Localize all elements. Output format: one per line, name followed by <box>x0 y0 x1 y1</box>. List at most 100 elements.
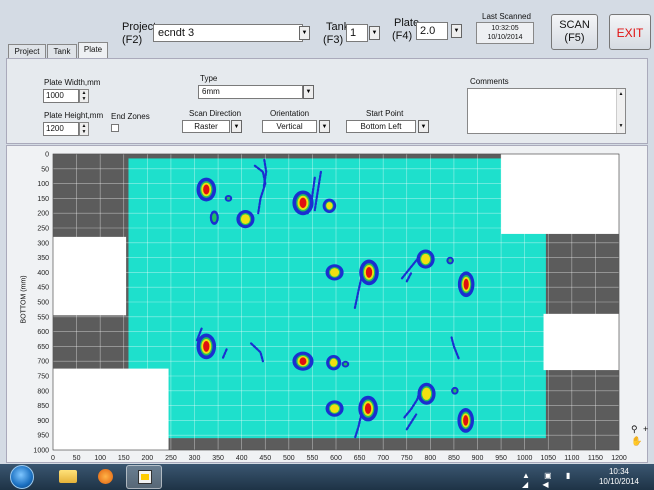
type-dropdown-button[interactable]: ▼ <box>303 85 314 99</box>
plate-dropdown-button[interactable]: ▼ <box>451 24 462 38</box>
last-scanned-label: Last Scanned <box>482 12 531 21</box>
indication-blob-mid <box>326 202 333 210</box>
clock[interactable]: 10:34 10/10/2014 <box>594 467 644 487</box>
plate-height-stepper[interactable]: ▲ ▼ <box>79 122 89 136</box>
end-zones-label: End Zones <box>111 112 150 121</box>
indication-blob-band <box>343 362 348 366</box>
indication-blob-mid <box>422 387 432 400</box>
orientation-label: Orientation <box>270 109 310 118</box>
start-button[interactable] <box>10 465 34 489</box>
file-explorer-icon[interactable] <box>50 466 84 488</box>
scan-direction-dropdown-button[interactable]: ▼ <box>231 120 242 133</box>
plate-key: (F4) <box>392 30 413 42</box>
start-point-dropdown-button[interactable]: ▼ <box>418 120 429 133</box>
scan-button[interactable]: SCAN (F5) <box>551 14 598 50</box>
x-tick-label: 950 <box>495 455 507 462</box>
tray-icons[interactable]: ▲ ▣ ▮ ◢ ◀ <box>522 471 592 489</box>
type-select[interactable]: 6mm <box>198 85 303 99</box>
last-scanned-box: 10:32:05 10/10/2014 <box>476 22 534 44</box>
clock-time: 10:34 <box>608 467 630 476</box>
tab-project[interactable]: Project <box>8 44 46 58</box>
y-tick-label: 1000 <box>33 448 49 455</box>
x-tick-label: 200 <box>141 455 153 462</box>
x-tick-label: 350 <box>212 455 224 462</box>
indication-blob-core <box>203 184 210 195</box>
pan-tool-icon[interactable]: ✋ <box>631 436 642 446</box>
exit-button[interactable]: EXIT <box>609 14 651 50</box>
plot-region-white <box>53 236 127 316</box>
indication-blob-core <box>463 415 469 426</box>
x-tick-label: 0 <box>51 455 55 462</box>
plate-select[interactable]: 2.0 <box>416 22 448 40</box>
x-tick-label: 750 <box>401 455 413 462</box>
chevron-down-icon: ▼ <box>371 30 378 36</box>
indication-blob-core <box>364 403 372 415</box>
tab-plate[interactable]: Plate <box>78 42 108 58</box>
y-tick-label: 650 <box>37 344 49 351</box>
chevron-down-icon: ▼ <box>301 30 308 36</box>
chevron-down-icon: ▼ <box>321 123 328 130</box>
plate-height-input[interactable]: 1200 <box>43 122 79 136</box>
orientation-select[interactable]: Vertical <box>262 120 317 133</box>
indication-blob-band <box>448 258 452 263</box>
indication-blob-core <box>365 266 373 278</box>
x-tick-label: 900 <box>472 455 484 462</box>
y-tick-label: 200 <box>37 211 49 218</box>
start-point-label: Start Point <box>366 109 404 118</box>
y-tick-label: 50 <box>41 166 49 173</box>
x-tick-label: 100 <box>94 455 106 462</box>
end-zones-checkbox[interactable] <box>111 124 119 132</box>
y-tick-label: 100 <box>37 181 49 188</box>
zoom-in-icon[interactable]: + <box>643 424 651 434</box>
x-tick-label: 150 <box>118 455 130 462</box>
orientation-dropdown-button[interactable]: ▼ <box>319 120 330 133</box>
x-tick-label: 300 <box>189 455 201 462</box>
tank-select[interactable]: 1 <box>346 24 368 42</box>
tab-tank[interactable]: Tank <box>47 44 77 58</box>
project-select[interactable]: ecndt 3 <box>153 24 303 42</box>
x-tick-label: 1100 <box>564 455 579 462</box>
y-tick-label: 150 <box>37 196 49 203</box>
plot-region-white <box>501 154 619 234</box>
zoom-tool-icon[interactable]: ⚲ <box>631 424 641 434</box>
x-tick-label: 700 <box>377 455 389 462</box>
project-key: (F2) <box>122 34 143 46</box>
active-app-icon[interactable] <box>126 465 162 489</box>
y-tick-label: 600 <box>37 329 49 336</box>
comments-textarea[interactable] <box>467 88 626 134</box>
indication-blob-band <box>453 388 457 393</box>
comments-scrollbar[interactable]: ▲ ▼ <box>616 89 625 133</box>
start-point-select[interactable]: Bottom Left <box>346 120 416 133</box>
x-tick-label: 50 <box>73 455 81 462</box>
x-tick-label: 1050 <box>540 455 556 462</box>
scan-direction-label: Scan Direction <box>189 109 242 118</box>
indication-blob-mid <box>330 404 340 413</box>
indication-blob-band <box>212 213 217 223</box>
chevron-down-icon: ▼ <box>305 89 312 95</box>
y-tick-label: 300 <box>37 240 49 247</box>
y-tick-label: 700 <box>37 359 49 366</box>
x-tick-label: 1000 <box>517 455 533 462</box>
plate-height-label: Plate Height,mm <box>44 111 104 120</box>
chevron-down-icon: ▼ <box>453 28 460 34</box>
tank-dropdown-button[interactable]: ▼ <box>369 26 380 40</box>
project-dropdown-button[interactable]: ▼ <box>299 26 310 40</box>
y-tick-label: 550 <box>37 314 49 321</box>
plate-width-input[interactable]: 1000 <box>43 89 79 103</box>
x-tick-label: 500 <box>283 455 295 462</box>
plate-width-stepper[interactable]: ▲ ▼ <box>79 89 89 103</box>
y-tick-label: 450 <box>37 285 49 292</box>
media-player-icon[interactable] <box>88 466 122 488</box>
scan-heatmap[interactable]: 0 50 100 150 200 250 300 350 400 450 500 550 600 650 7… <box>7 146 647 463</box>
scan-direction-select[interactable]: Raster <box>182 120 230 133</box>
indication-blob-band <box>226 196 231 200</box>
y-tick-label: 500 <box>37 300 49 307</box>
y-tick-label: 350 <box>37 255 49 262</box>
indication-blob-mid <box>330 358 338 367</box>
indication-blob-core <box>203 340 210 352</box>
x-tick-label: 450 <box>259 455 271 462</box>
taskbar: ▲ ▣ ▮ ◢ ◀ 10:34 10/10/2014 <box>0 464 654 490</box>
plate-width-label: Plate Width,mm <box>44 78 101 87</box>
x-tick-label: 800 <box>424 455 436 462</box>
y-axis-label: BOTTOM (mm) <box>20 275 28 324</box>
